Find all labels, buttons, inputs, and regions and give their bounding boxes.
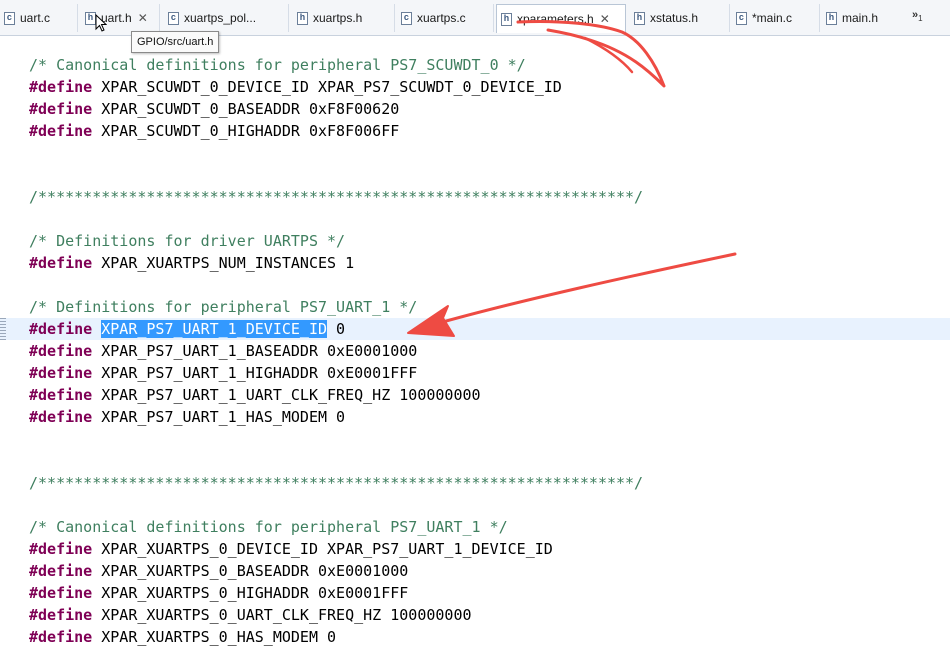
code-define-line: #define XPAR_XUARTPS_NUM_INSTANCES 1 (29, 252, 354, 274)
overflow-count: 1 (918, 14, 923, 24)
define-body: XPAR_XUARTPS_0_HIGHADDR 0xE0001FFF (92, 584, 409, 602)
c-file-icon: c (4, 11, 15, 25)
code-define-line-selected: #define XPAR_PS7_UART_1_DEVICE_ID 0 (29, 318, 345, 340)
tab-tooltip: GPIO/src/uart.h (131, 31, 220, 53)
define-keyword: #define (29, 122, 93, 140)
c-file-icon: c (168, 11, 179, 25)
tab-xuartps-c[interactable]: c xuartps.c (396, 4, 494, 32)
define-keyword: #define (29, 386, 93, 404)
code-define-line: #define XPAR_PS7_UART_1_HAS_MODEM 0 (29, 406, 345, 428)
tab-label: xuartps.c (417, 11, 466, 25)
h-file-icon: h (297, 11, 308, 25)
define-body: XPAR_XUARTPS_NUM_INSTANCES 1 (92, 254, 355, 272)
h-file-icon: h (634, 11, 645, 25)
selection-marker (0, 318, 6, 340)
code-define-line: #define XPAR_SCUWDT_0_HIGHADDR 0xF8F006F… (29, 120, 399, 142)
tab-xuartps-h[interactable]: h xuartps.h (292, 4, 395, 32)
tab-label: uart.c (20, 11, 51, 25)
tab-label: xuartps.h (313, 11, 363, 25)
c-file-icon: c (401, 11, 412, 25)
define-keyword: #define (29, 254, 93, 272)
code-define-line: #define XPAR_SCUWDT_0_DEVICE_ID XPAR_PS7… (29, 76, 562, 98)
tab-label: xparameters.h (517, 12, 594, 26)
define-body: XPAR_XUARTPS_0_DEVICE_ID XPAR_PS7_UART_1… (92, 540, 553, 558)
code-define-line: #define XPAR_XUARTPS_0_UART_CLK_FREQ_HZ … (29, 604, 472, 626)
define-keyword: #define (29, 100, 93, 118)
code-separator-comment: /***************************************… (29, 188, 644, 206)
code-define-line: #define XPAR_XUARTPS_0_HIGHADDR 0xE0001F… (29, 582, 408, 604)
define-body: XPAR_XUARTPS_0_HAS_MODEM 0 (92, 628, 337, 646)
define-body: XPAR_PS7_UART_1_BASEADDR 0xE0001000 (92, 342, 418, 360)
code-comment-line: /* Definitions for driver UARTPS */ (29, 232, 346, 250)
define-body: XPAR_PS7_UART_1_UART_CLK_FREQ_HZ 1000000… (92, 386, 481, 404)
mouse-pointer-icon (95, 14, 107, 32)
define-body: XPAR_XUARTPS_0_UART_CLK_FREQ_HZ 10000000… (92, 606, 472, 624)
code-define-line: #define XPAR_PS7_UART_1_UART_CLK_FREQ_HZ… (29, 384, 481, 406)
code-define-line: #define XPAR_PS7_UART_1_HIGHADDR 0xE0001… (29, 362, 417, 384)
define-body: XPAR_PS7_UART_1_HAS_MODEM 0 (92, 408, 346, 426)
tab-xuartps-pol[interactable]: c xuartps_pol... (163, 4, 289, 32)
code-define-line: #define XPAR_XUARTPS_0_BASEADDR 0xE00010… (29, 560, 408, 582)
code-define-line: #define XPAR_XUARTPS_0_HAS_MODEM 0 (29, 626, 336, 648)
define-keyword: #define (29, 584, 93, 602)
define-body: XPAR_XUARTPS_0_BASEADDR 0xE0001000 (92, 562, 409, 580)
code-editor[interactable]: /* Canonical definitions for peripheral … (0, 36, 950, 660)
tab-label: xuartps_pol... (184, 11, 257, 25)
define-keyword: #define (29, 628, 93, 646)
code-define-line: #define XPAR_PS7_UART_1_BASEADDR 0xE0001… (29, 340, 417, 362)
tab-uart-c[interactable]: c uart.c (0, 4, 78, 32)
define-keyword: #define (29, 342, 93, 360)
define-keyword: #define (29, 606, 93, 624)
code-define-line: #define XPAR_SCUWDT_0_BASEADDR 0xF8F0062… (29, 98, 399, 120)
define-keyword: #define (29, 408, 93, 426)
define-body: XPAR_SCUWDT_0_HIGHADDR 0xF8F006FF (92, 122, 400, 140)
tab-uart-h[interactable]: h uart.h ✕ (80, 4, 160, 32)
tab-main-h[interactable]: h main.h (822, 4, 904, 32)
c-file-icon: c (736, 11, 747, 25)
define-keyword: #define (29, 78, 93, 96)
define-body: XPAR_PS7_UART_1_HIGHADDR 0xE0001FFF (92, 364, 418, 382)
define-body: 0 (327, 320, 346, 338)
close-tab-icon[interactable]: ✕ (138, 11, 148, 25)
tab-main-c[interactable]: c *main.c (732, 4, 820, 32)
tab-xparameters-h[interactable]: h xparameters.h ✕ (496, 4, 626, 33)
define-keyword: #define (29, 562, 93, 580)
code-comment-line: /* Canonical definitions for peripheral … (29, 56, 526, 74)
tab-overflow-button[interactable]: »1 (912, 9, 923, 23)
define-body: XPAR_SCUWDT_0_DEVICE_ID XPAR_PS7_SCUWDT_… (92, 78, 562, 96)
code-separator-comment: /***************************************… (29, 474, 644, 492)
tab-label: main.h (842, 11, 879, 25)
code-define-line: #define XPAR_XUARTPS_0_DEVICE_ID XPAR_PS… (29, 538, 553, 560)
code-comment-line: /* Definitions for peripheral PS7_UART_1… (29, 298, 418, 316)
define-keyword: #define (29, 540, 93, 558)
define-keyword: #define (29, 320, 93, 338)
define-body: XPAR_SCUWDT_0_BASEADDR 0xF8F00620 (92, 100, 400, 118)
tab-label: *main.c (752, 11, 793, 25)
h-file-icon: h (501, 12, 512, 26)
tab-label: xstatus.h (650, 11, 699, 25)
code-comment-line: /* Canonical definitions for peripheral … (29, 518, 508, 536)
selected-identifier[interactable]: XPAR_PS7_UART_1_DEVICE_ID (101, 320, 328, 338)
close-tab-icon[interactable]: ✕ (600, 12, 610, 26)
tab-xstatus-h[interactable]: h xstatus.h (630, 4, 730, 32)
h-file-icon: h (826, 11, 837, 25)
define-keyword: #define (29, 364, 93, 382)
